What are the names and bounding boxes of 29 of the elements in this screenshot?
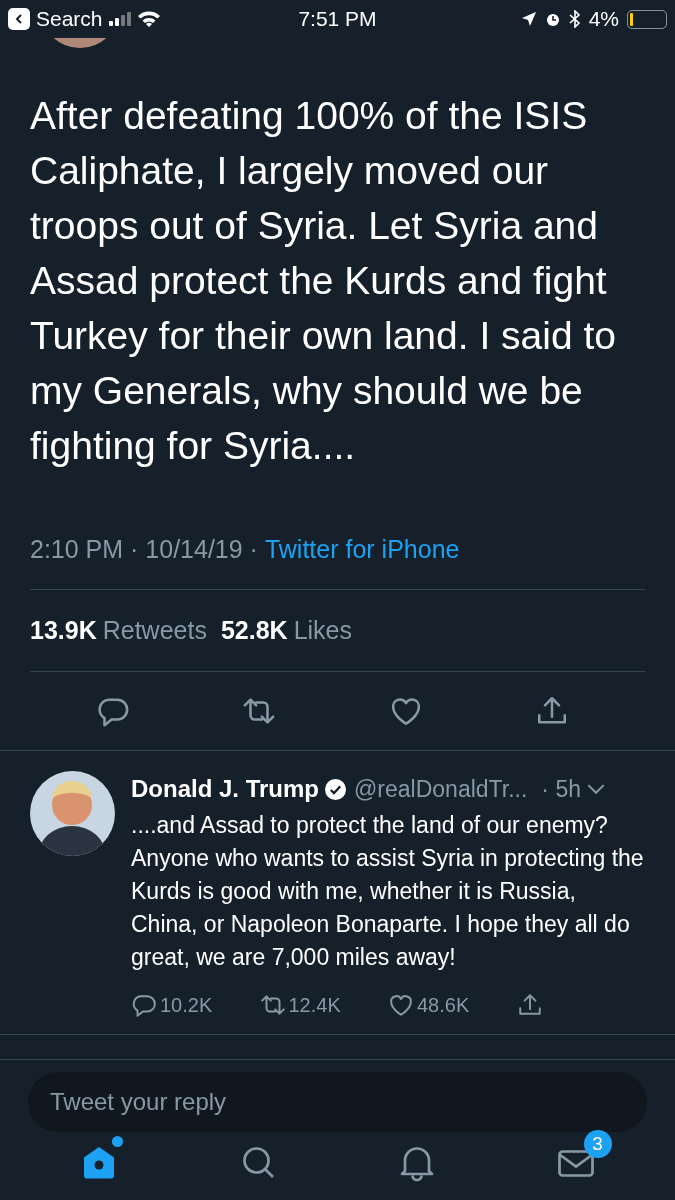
alarm-icon — [544, 11, 561, 27]
share-icon[interactable] — [516, 992, 543, 1018]
reply-icon[interactable] — [131, 992, 157, 1018]
stat-link[interactable]: 13.9K Retweets — [30, 611, 207, 649]
chevron-down-icon[interactable] — [587, 783, 605, 795]
tweet-text: ....and Assad to protect the land of our enemy? Anyone who wants to assist Syria in protecting the Kurds is good with me, whether it is Russia, China, or Napoleon Bonaparte. I hope they all do great, we are 7,000 miles away! — [131, 811, 645, 972]
tweet-time: · 5h — [541, 774, 581, 804]
author-handle: @realDonaldTr... — [354, 774, 528, 804]
wifi-icon — [136, 10, 161, 28]
battery-percent: 4% — [588, 6, 619, 33]
author-name: Donald J. Trump — [131, 774, 319, 804]
reply-field[interactable]: Tweet your reply — [28, 1072, 647, 1132]
count-badge: 3 — [583, 1130, 612, 1158]
source-link[interactable]: Twitter for iPhone — [264, 531, 460, 569]
clock-time: 7:51 PM — [297, 6, 378, 33]
bluetooth-icon — [568, 10, 581, 28]
action-count: 10.2K — [160, 993, 213, 1018]
retweet-icon[interactable] — [259, 992, 286, 1018]
location-icon — [520, 11, 537, 27]
tweet-text: After defeating 100% of the ISIS Caliphate, I largely moved our troops out of Syria. Let Syria and Assad protect the Kurds and fight Turkey for their own land. I said to my Generals, why should we be fighting for Syria.... — [30, 93, 617, 469]
action-count: 12.4K — [288, 993, 341, 1018]
tweet-timestamp: 2:10 PM · 10/14/19 · — [30, 534, 258, 565]
back-button[interactable]: Search — [8, 3, 103, 35]
action-count: 48.6K — [417, 993, 470, 1018]
stat-link[interactable]: 52.8K Likes — [220, 611, 353, 649]
battery-icon — [627, 9, 667, 29]
back-icon — [8, 8, 30, 30]
heart-icon[interactable] — [388, 992, 414, 1018]
signal-icon — [108, 12, 131, 26]
